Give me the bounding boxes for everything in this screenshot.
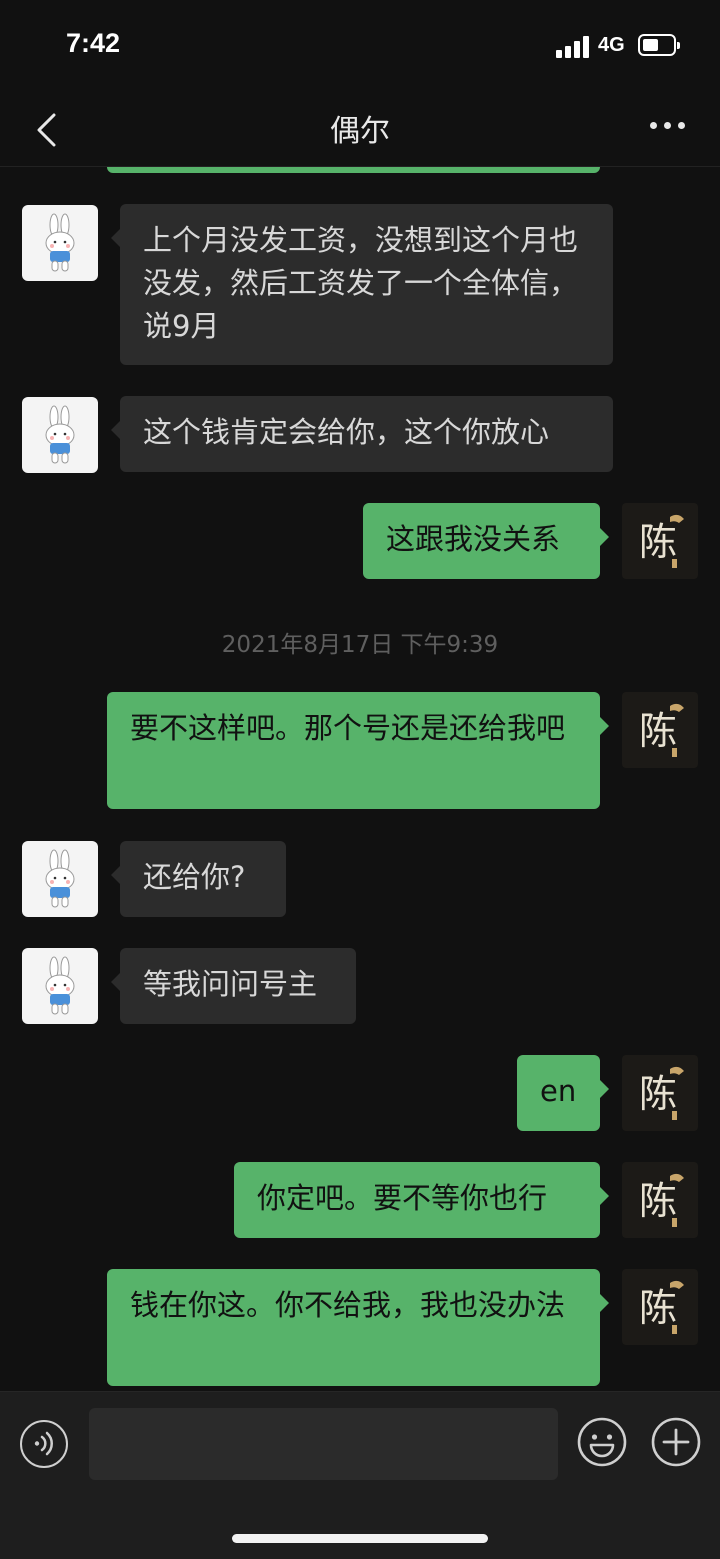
self-avatar-image: 陈: [639, 1173, 684, 1227]
rabbit-avatar-icon: [45, 849, 75, 908]
svg-text:陈: 陈: [639, 1286, 677, 1330]
self-avatar[interactable]: 陈: [622, 503, 698, 579]
voice-icon: [34, 1431, 53, 1456]
contact-avatar[interactable]: [22, 948, 98, 1024]
more-icon[interactable]: [648, 118, 688, 134]
rabbit-avatar-icon: [45, 956, 75, 1015]
signal-icon: [556, 36, 590, 58]
previous-message-fragment: [107, 167, 600, 173]
message-input[interactable]: [89, 1408, 558, 1480]
status-time: 7:42: [66, 28, 121, 58]
message-bubble-outgoing[interactable]: 钱在你这。你不给我，我也没办法: [107, 1269, 609, 1386]
message-bubble-outgoing[interactable]: 你定吧。要不等你也行: [234, 1162, 609, 1238]
battery-icon: [638, 34, 680, 56]
home-indicator[interactable]: [232, 1534, 488, 1543]
contact-avatar[interactable]: [22, 841, 98, 917]
self-avatar-image: 陈: [639, 703, 684, 757]
message-bubble-outgoing[interactable]: en: [517, 1055, 609, 1131]
svg-text:陈: 陈: [639, 520, 677, 564]
timestamp: 2021年8月17日 下午9:39: [221, 632, 499, 658]
network-label: 4G: [598, 34, 625, 56]
message-list[interactable]: 上个月没发工资，没想到这个月也没发，然后工资发了一个全体信，说9月 这个钱肯定会…: [0, 167, 720, 1391]
contact-avatar[interactable]: [22, 205, 98, 281]
message-bubble-incoming[interactable]: 还给你?: [111, 841, 286, 917]
emoji-icon[interactable]: [576, 1416, 628, 1468]
chat-title: 偶尔: [330, 114, 390, 149]
rabbit-avatar-icon: [45, 213, 75, 272]
self-avatar[interactable]: 陈: [622, 692, 698, 768]
status-bar: 7:42 4G: [0, 0, 720, 90]
message-bubble-incoming[interactable]: 等我问问号主: [111, 948, 356, 1024]
self-avatar-image: 陈: [639, 514, 684, 568]
rabbit-avatar-icon: [45, 405, 75, 464]
svg-text:陈: 陈: [639, 709, 677, 753]
message-bubble-outgoing[interactable]: 这跟我没关系: [363, 503, 609, 579]
message-bubble-incoming[interactable]: 上个月没发工资，没想到这个月也没发，然后工资发了一个全体信，说9月: [111, 204, 613, 365]
message-bubble-incoming[interactable]: 这个钱肯定会给你，这个你放心: [111, 396, 613, 472]
contact-avatar[interactable]: [22, 397, 98, 473]
self-avatar-image: 陈: [639, 1066, 684, 1120]
message-bubble-outgoing[interactable]: 要不这样吧。那个号还是还给我吧: [107, 692, 609, 809]
voice-button[interactable]: [20, 1420, 68, 1468]
self-avatar[interactable]: 陈: [622, 1162, 698, 1238]
self-avatar-image: 陈: [639, 1280, 684, 1334]
svg-text:陈: 陈: [639, 1179, 677, 1223]
self-avatar[interactable]: 陈: [622, 1055, 698, 1131]
svg-text:陈: 陈: [639, 1072, 677, 1116]
self-avatar[interactable]: 陈: [622, 1269, 698, 1345]
plus-icon[interactable]: [650, 1416, 702, 1468]
